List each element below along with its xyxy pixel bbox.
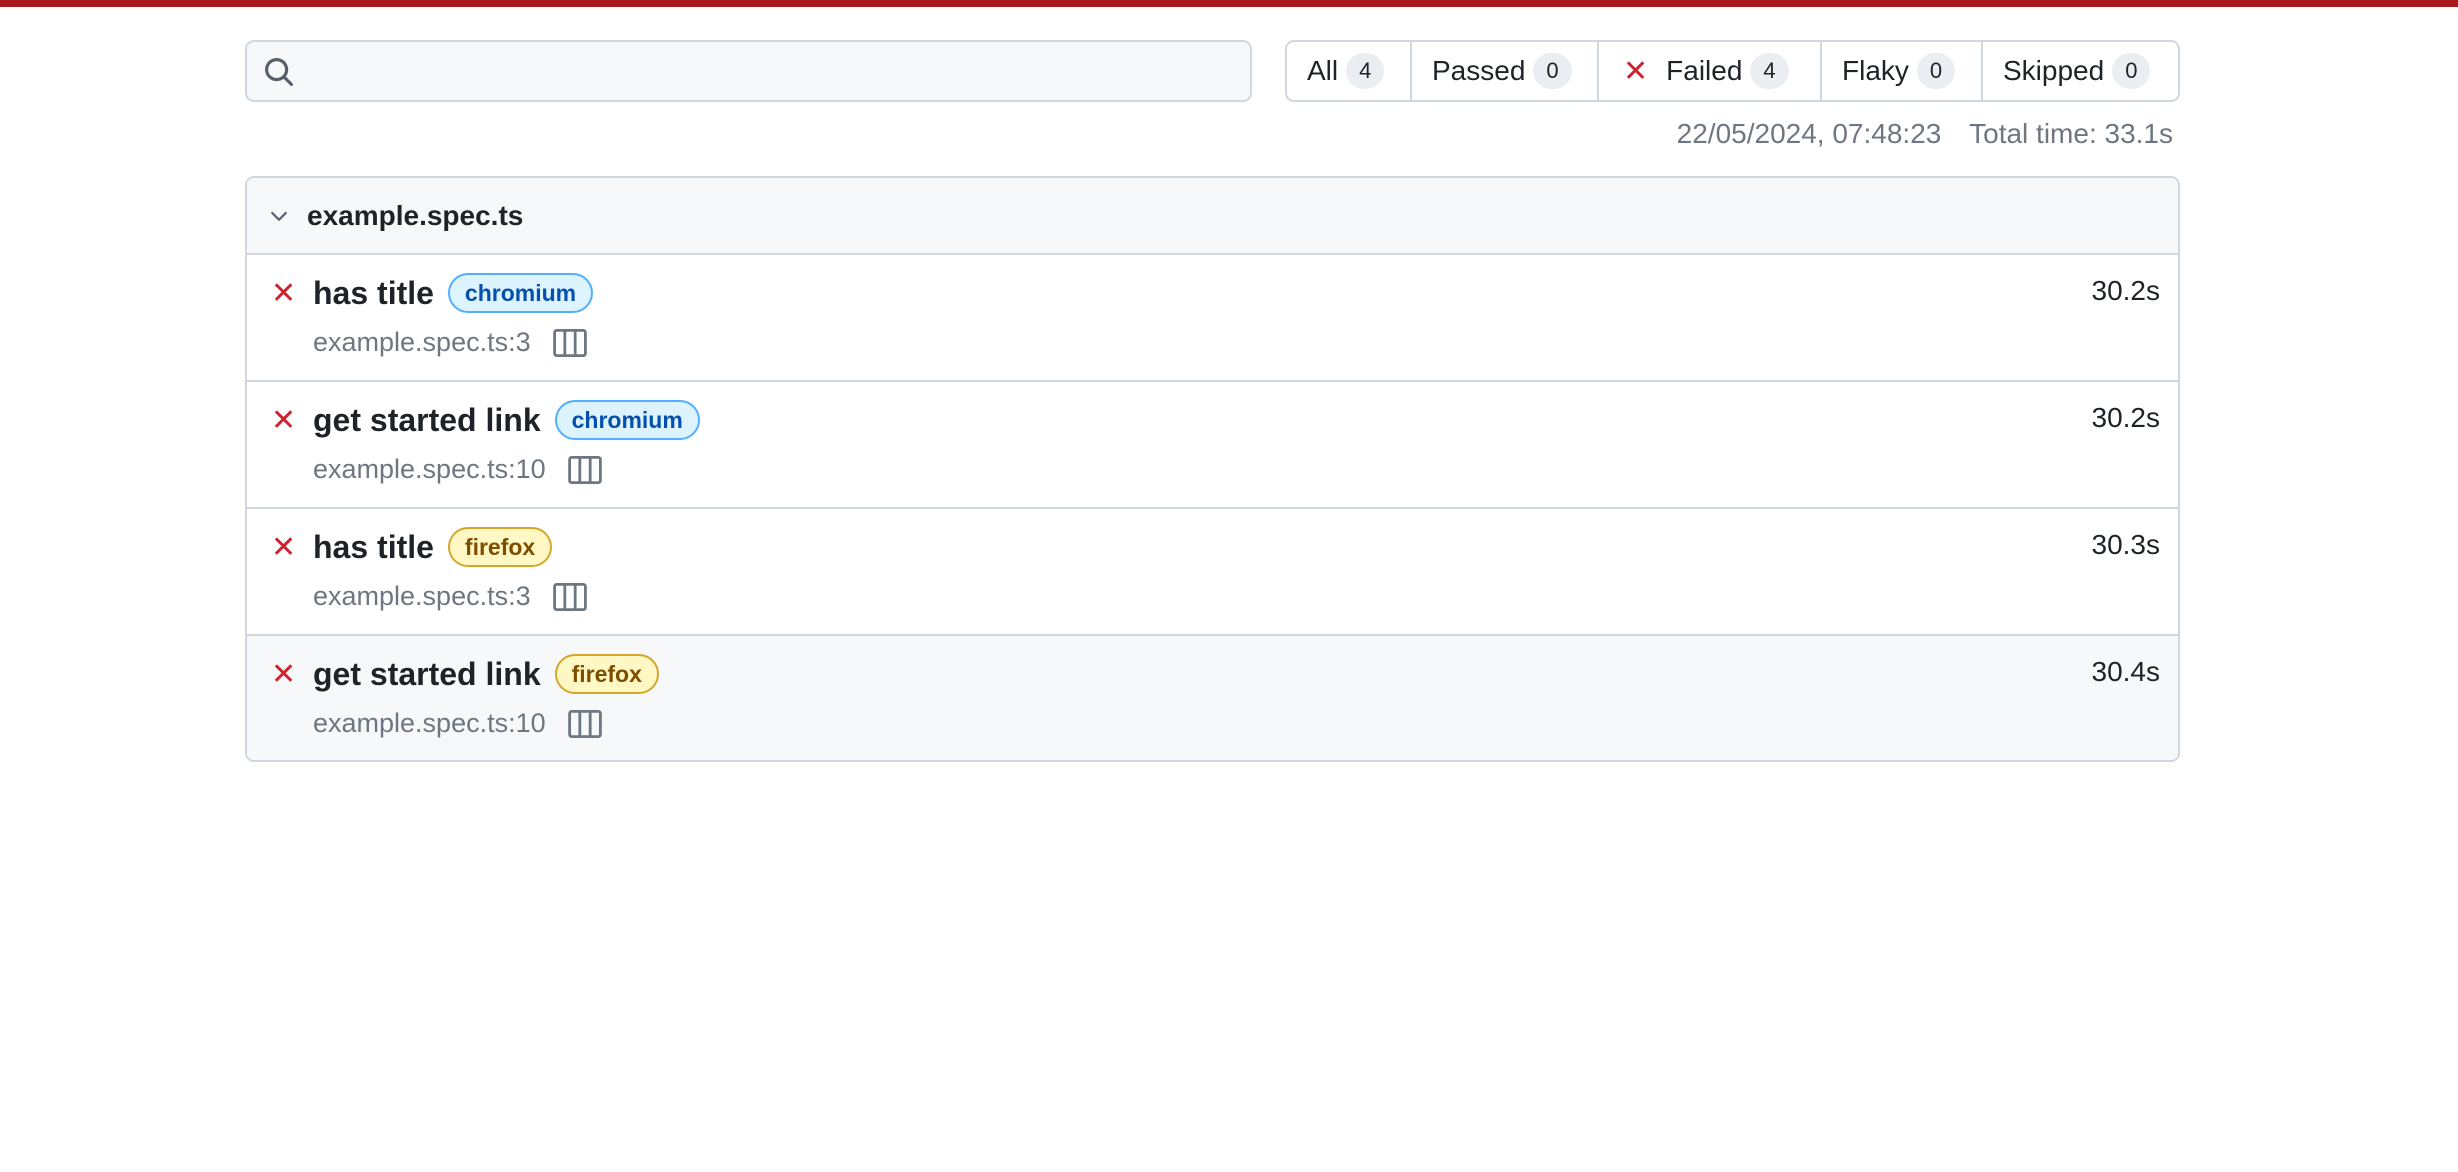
run-info: 22/05/2024, 07:48:23 Total time: 33.1s	[1677, 118, 2173, 150]
project-badge[interactable]: chromium	[554, 400, 700, 440]
chevron-down-icon	[271, 211, 287, 221]
filter-all[interactable]: All 4	[1287, 42, 1412, 100]
failed-x-icon: ✕	[271, 658, 297, 691]
test-location: example.spec.ts:10	[313, 454, 546, 484]
test-title[interactable]: has title	[313, 529, 434, 566]
test-title[interactable]: has title	[313, 275, 434, 312]
project-badge[interactable]: firefox	[554, 654, 659, 694]
filter-count: 0	[2112, 53, 2151, 89]
test-row[interactable]: ✕ get started link firefox example.spec.…	[247, 636, 2178, 760]
test-duration: 30.2s	[2091, 402, 2161, 433]
filter-flaky[interactable]: Flaky 0	[1822, 42, 1983, 100]
test-duration: 30.2s	[2091, 275, 2161, 306]
test-title[interactable]: get started link	[313, 402, 541, 439]
filter-label: All	[1307, 55, 1339, 86]
test-file-name: example.spec.ts	[307, 199, 524, 231]
test-duration: 30.4s	[2091, 656, 2161, 687]
filter-passed[interactable]: Passed 0	[1412, 42, 1599, 100]
status-top-bar	[0, 0, 2458, 7]
test-location: example.spec.ts:3	[313, 327, 531, 357]
test-file-header[interactable]: example.spec.ts	[247, 178, 2178, 255]
test-location: example.spec.ts:3	[313, 581, 531, 611]
total-time: Total time: 33.1s	[1969, 118, 2173, 149]
filter-count: 0	[1533, 53, 1572, 89]
run-timestamp: 22/05/2024, 07:48:23	[1676, 118, 1942, 149]
search-icon	[265, 58, 293, 86]
test-row[interactable]: ✕ get started link chromium example.spec…	[247, 382, 2178, 509]
trace-columns-icon[interactable]	[567, 709, 602, 738]
project-badge[interactable]: firefox	[447, 527, 553, 567]
test-row[interactable]: ✕ has title chromium example.spec.ts:3 3…	[247, 255, 2178, 382]
trace-columns-icon[interactable]	[552, 582, 587, 611]
project-badge[interactable]: chromium	[447, 273, 594, 313]
status-filter-bar: All 4 Passed 0 ✕ Failed 4 Flaky 0 Skippe…	[1285, 40, 2180, 102]
search-input[interactable]	[307, 42, 1237, 100]
trace-columns-icon[interactable]	[552, 328, 587, 357]
filter-label: Flaky	[1842, 55, 1909, 86]
filter-count: 4	[1750, 53, 1789, 89]
filter-label: Passed	[1432, 55, 1526, 86]
search-box[interactable]	[245, 40, 1252, 102]
test-title[interactable]: get started link	[313, 656, 541, 693]
test-location: example.spec.ts:10	[313, 708, 546, 738]
trace-columns-icon[interactable]	[567, 455, 602, 484]
filter-label: Failed	[1666, 55, 1743, 86]
failed-x-icon: ✕	[271, 404, 297, 437]
x-icon: ✕	[1623, 54, 1649, 88]
filter-skipped[interactable]: Skipped 0	[1983, 42, 2178, 100]
failed-x-icon: ✕	[271, 531, 297, 564]
failed-x-icon: ✕	[271, 277, 297, 310]
filter-failed[interactable]: ✕ Failed 4	[1599, 42, 1822, 100]
test-row[interactable]: ✕ has title firefox example.spec.ts:3 30…	[247, 509, 2178, 636]
filter-count: 0	[1916, 53, 1956, 89]
test-duration: 30.3s	[2091, 529, 2161, 560]
test-file-group: example.spec.ts ✕ has title chromium exa…	[245, 176, 2180, 762]
filter-label: Skipped	[2003, 55, 2105, 86]
filter-count: 4	[1346, 53, 1385, 89]
